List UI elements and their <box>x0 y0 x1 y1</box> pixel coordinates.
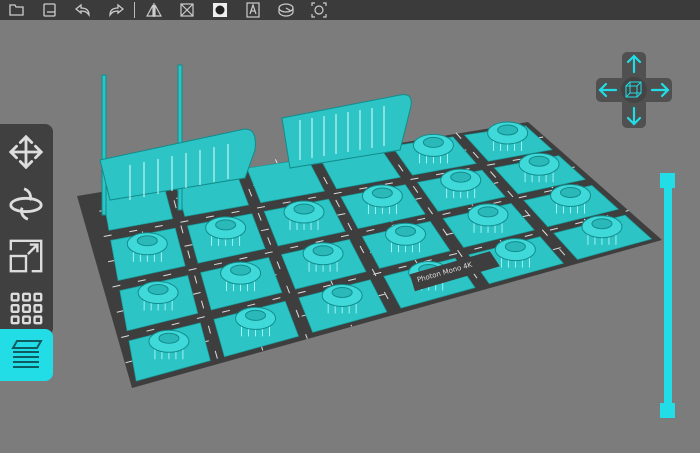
hollow-icon <box>179 3 194 17</box>
rotate-icon <box>9 187 43 221</box>
model-disc-hub <box>215 219 237 231</box>
mirror-button[interactable] <box>137 0 170 20</box>
text-button[interactable] <box>236 0 269 20</box>
toolbar-divider <box>134 2 135 18</box>
model-disc-hub <box>312 245 334 257</box>
grid-icon <box>10 292 43 325</box>
layer-slider-track[interactable] <box>664 181 672 411</box>
model-disc-hub <box>504 241 526 253</box>
redo-icon <box>108 3 124 18</box>
model-disc-hub <box>331 286 353 298</box>
model-disc-hub <box>528 155 550 167</box>
model-disc-hub <box>158 332 180 344</box>
mirror-icon <box>145 3 162 17</box>
layout-button[interactable] <box>269 0 302 20</box>
undo-icon <box>74 3 90 18</box>
model-disc-hub <box>450 171 472 183</box>
model-disc-hub <box>293 203 315 215</box>
model-disc-hub <box>147 284 169 296</box>
3d-viewport[interactable]: Photon Mono 4K <box>0 20 700 449</box>
save-button[interactable] <box>33 0 66 20</box>
save-icon <box>42 3 56 17</box>
open-file-icon <box>8 4 24 16</box>
model-disc-hub <box>422 136 444 148</box>
model-disc-hub <box>136 235 158 247</box>
layers-icon <box>10 340 43 368</box>
model-disc-hub <box>245 309 267 321</box>
hollow-button[interactable] <box>170 0 203 20</box>
tool-sidebar <box>0 124 53 336</box>
model-disc-hub <box>591 218 613 230</box>
rotate-tool[interactable] <box>4 182 48 226</box>
fill-hole-button[interactable] <box>203 0 236 20</box>
layout-icon <box>277 3 294 17</box>
model-disc-hub <box>230 264 252 276</box>
model-disc-hub <box>371 187 393 199</box>
model-disc-hub <box>395 225 417 237</box>
layer-slider[interactable] <box>660 173 676 418</box>
scale-tool[interactable] <box>4 234 48 278</box>
layer-slider-bottom-handle[interactable] <box>660 403 675 418</box>
arrange-tool[interactable] <box>4 286 48 330</box>
inspect-icon <box>310 2 327 18</box>
undo-button[interactable] <box>66 0 99 20</box>
text-icon <box>245 2 260 18</box>
scale-icon <box>9 239 43 273</box>
redo-button[interactable] <box>99 0 132 20</box>
move-tool[interactable] <box>4 130 48 174</box>
build-plate-scene: Photon Mono 4K <box>77 64 662 388</box>
fill-hole-icon <box>212 3 227 17</box>
model-disc-hub <box>497 124 519 136</box>
model-rod <box>101 74 107 216</box>
open-button[interactable] <box>0 0 33 20</box>
move-icon <box>8 134 44 170</box>
layer-slider-top-handle[interactable] <box>660 173 675 188</box>
slice-button[interactable] <box>0 329 53 381</box>
model-disc-hub <box>560 186 582 198</box>
top-toolbar <box>0 0 700 20</box>
inspect-button[interactable] <box>302 0 335 20</box>
view-cube-navigator <box>596 52 672 128</box>
model-disc-hub <box>477 206 499 218</box>
